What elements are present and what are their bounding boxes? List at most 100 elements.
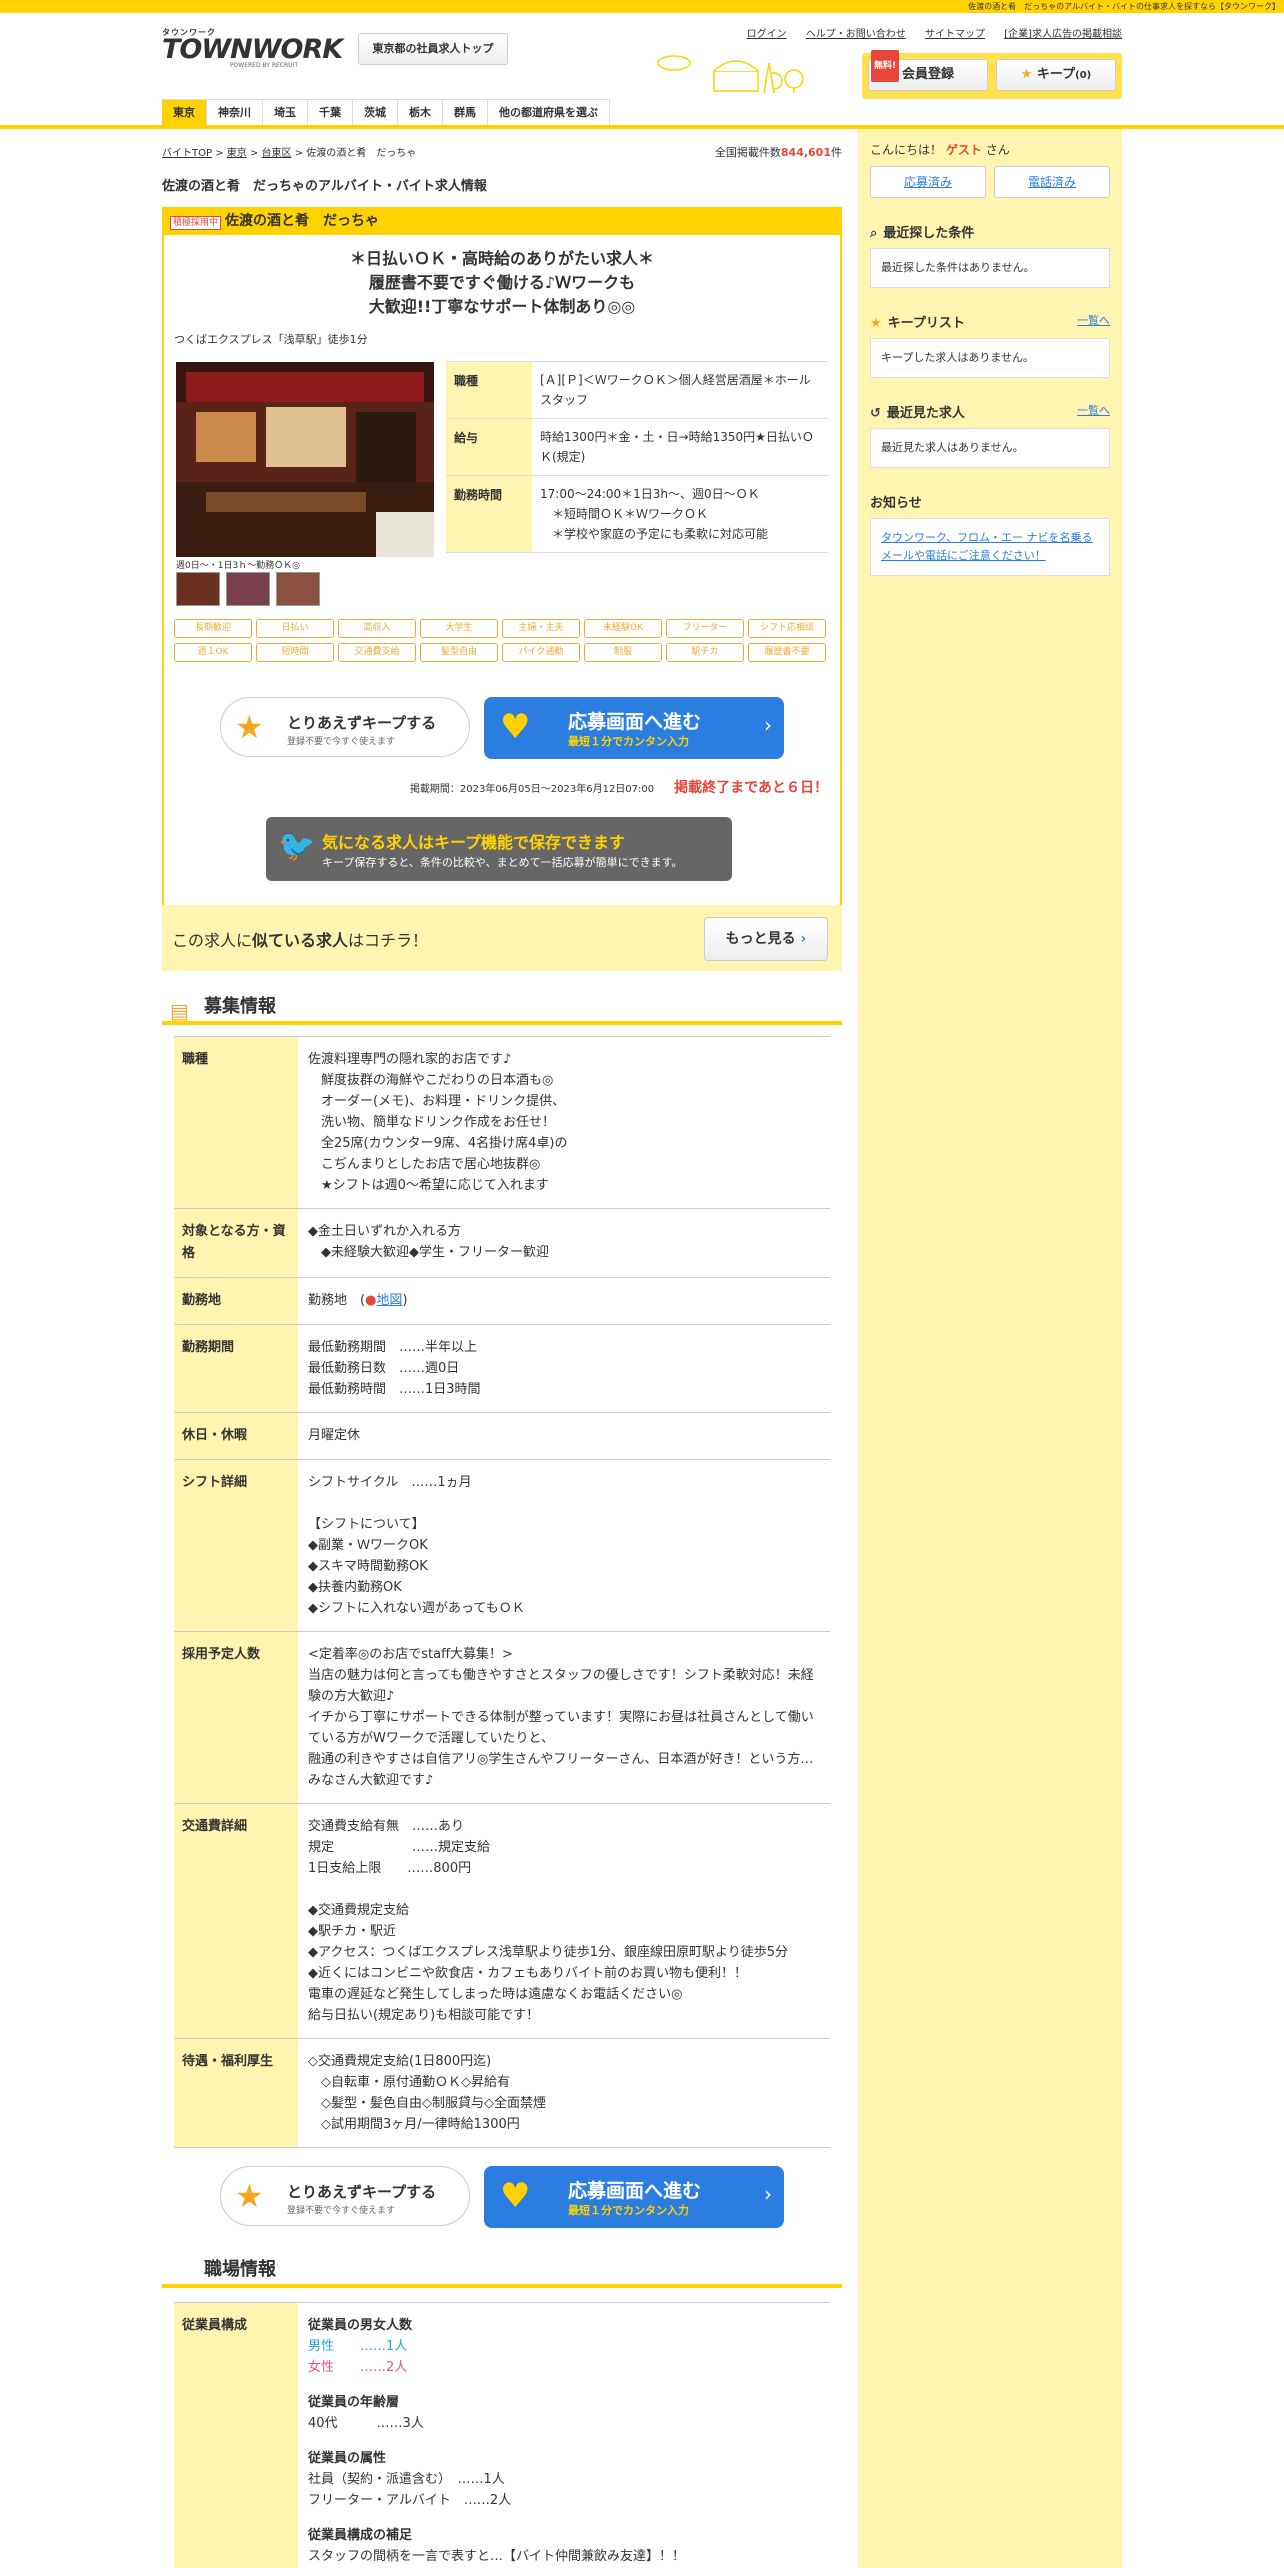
row-label: 勤務期間 [174, 1325, 298, 1412]
page-title: 佐渡の酒と肴 だっちゃのアルバイト・バイト求人情報 [162, 179, 487, 194]
feature-tag[interactable]: 駅チカ [666, 643, 744, 662]
nav-tab-ibaraki[interactable]: 茨城 [353, 99, 398, 125]
keep-button-sub: 登録不要で今すぐ使えます [287, 2206, 396, 2216]
store-photo[interactable] [176, 362, 434, 557]
notice-link[interactable]: タウンワーク、フロム・エー ナビを名乗るメールや電話にご注意ください！ [881, 531, 1093, 562]
feature-tag[interactable]: バイク通勤 [502, 643, 580, 662]
posting-period: 掲載期間：2023年06月05日～2023年6月12日07:00 掲載終了まであと… [162, 777, 828, 797]
applied-button[interactable]: 応募済み [870, 166, 986, 198]
row-label: 休日・休暇 [174, 1413, 298, 1459]
feature-tag[interactable]: 交通費支給 [338, 643, 416, 662]
feature-tag[interactable]: 制服 [584, 643, 662, 662]
notice-title: お知らせ [870, 496, 922, 511]
feature-tag[interactable]: 履歴書不要 [748, 643, 826, 662]
nav-tab-kanagawa[interactable]: 神奈川 [207, 99, 263, 125]
remaining-days: 掲載終了まであと６日！ [674, 780, 828, 796]
townwork-logo[interactable]: タウンワーク TOWNWORK POWERED BY RECRUIT [162, 27, 343, 69]
keep-info-sub: キープ保存すると、条件の比較や、まとめて一括応募が簡単にできます。 [322, 856, 683, 869]
recruit-section-title: ▤ 募集情報 [162, 989, 842, 1025]
recruit-row: 休日・休暇 月曜定休 [174, 1412, 830, 1460]
nav-tab-tokyo[interactable]: 東京 [162, 99, 207, 125]
age-title: 従業員の年齢層 [308, 2395, 400, 2410]
spec-label: 勤務時間 [446, 476, 532, 552]
site-header: タウンワーク TOWNWORK POWERED BY RECRUIT 東京都の社… [162, 13, 1122, 99]
bird-mascot-icon: ♥ [500, 707, 531, 747]
job-company-name: 佐渡の酒と肴 だっちゃ [225, 213, 380, 229]
feature-tag[interactable]: 長期歓迎 [174, 619, 252, 638]
nav-tab-other[interactable]: 他の都道府県を選ぶ [488, 99, 610, 125]
corporate-link[interactable]: [企業]求人広告の掲載相談 [1004, 29, 1122, 40]
spec-value: 時給1300円＊金・土・日→時給1350円★日払いＯＫ(規定) [540, 430, 814, 464]
workplace-title-text: 職場情報 [204, 2259, 276, 2280]
breadcrumb-taito[interactable]: 台東区 [262, 148, 292, 159]
apply-button-sub: 最短１分でカンタン入力 [568, 2204, 689, 2217]
login-link[interactable]: ログイン [747, 29, 787, 40]
recruit-table: 職種 佐渡料理専門の隠れ家的お店です♪ 鮮度抜群の海鮮やこだわりの日本酒も◎ オー… [162, 1036, 842, 2568]
thumbnail[interactable] [276, 572, 320, 606]
total-count-label: 全国掲載件数 [714, 146, 781, 159]
keep-header-button[interactable]: ★ キープ(0) [996, 59, 1116, 91]
row-label: シフト詳細 [174, 1460, 298, 1631]
search-icon: ⌕ [870, 226, 878, 241]
see-more-button[interactable]: もっと見る › [704, 917, 828, 961]
recent-view-link[interactable]: 一覧へ [1077, 402, 1110, 418]
action-buttons-bottom: ★ とりあえずキープする 登録不要で今すぐ使えます ♥ 応募画面へ進む 最短１分… [174, 2166, 830, 2246]
nav-tab-gunma[interactable]: 群馬 [443, 99, 488, 125]
keep-button[interactable]: ★ とりあえずキープする 登録不要で今すぐ使えます [220, 2166, 470, 2226]
spec-value: [Ａ][Ｐ]＜ＷワークＯＫ＞個人経営居酒屋＊ホールスタッフ [540, 373, 811, 407]
nav-tab-chiba[interactable]: 千葉 [308, 99, 353, 125]
member-register-button[interactable]: 無料! 会員登録 [868, 50, 988, 91]
guest-name: ゲスト [945, 143, 982, 157]
notice-box: タウンワーク、フロム・エー ナビを名乗るメールや電話にご注意ください！ [870, 518, 1110, 576]
feature-tag[interactable]: 未経験OK [584, 619, 662, 638]
keep-list-heading: ★ キープリスト 一覧へ [870, 312, 1110, 332]
bird-mascot-icon: ♥ [500, 2176, 531, 2216]
map-link[interactable]: 地図 [376, 1293, 402, 1308]
recent-view-title: 最近見た求人 [886, 406, 965, 421]
help-link[interactable]: ヘルプ・お問い合わせ [806, 29, 906, 40]
star-icon: ★ [870, 316, 882, 331]
star-icon: ★ [1020, 67, 1033, 82]
chevron-right-icon: › [764, 713, 772, 737]
chevron-right-icon: › [764, 2182, 772, 2206]
recent-search-heading: ⌕ 最近探した条件 [870, 222, 1110, 242]
feature-tag[interactable]: 週１OK [174, 643, 252, 662]
breadcrumb-tokyo[interactable]: 東京 [227, 148, 247, 159]
keep-button[interactable]: ★ とりあえずキープする 登録不要で今すぐ使えます [220, 697, 470, 757]
apply-button-label: 応募画面へ進む [568, 711, 702, 733]
nav-tab-tochigi[interactable]: 栃木 [398, 99, 443, 125]
action-buttons-top: ★ とりあえずキープする 登録不要で今すぐ使えます ♥ 応募画面へ進む 最短１分… [162, 697, 842, 763]
feature-tag[interactable]: 高収入 [338, 619, 416, 638]
thumbnail[interactable] [226, 572, 270, 606]
feature-tag[interactable]: 短時間 [256, 643, 334, 662]
recruit-row: 採用予定人数 <定着率◎のお店でstaff大募集！> 当店の魅力は何と言っても働き… [174, 1631, 830, 1804]
gender-title: 従業員の男女人数 [308, 2318, 413, 2333]
free-badge: 無料! [871, 50, 900, 82]
sitemap-link[interactable]: サイトマップ [925, 29, 985, 40]
similar-jobs-bar: この求人に似ている求人はコチラ！ もっと見る › [162, 905, 842, 971]
feature-tag[interactable]: 日払い [256, 619, 334, 638]
feature-tag[interactable]: 髪型自由 [420, 643, 498, 662]
similar-jobs-text: この求人に似ている求人はコチラ！ [172, 927, 428, 951]
breadcrumb-top[interactable]: バイトTOP [162, 148, 212, 159]
spec-row: 勤務時間 17:00～24:00＊1日3h～、週0日～ＯＫ ＊短時間ＯＫ＊Ｗワーク… [446, 475, 828, 553]
thumbnail[interactable] [176, 572, 220, 606]
keep-list-link[interactable]: 一覧へ [1077, 312, 1110, 328]
apply-button[interactable]: ♥ 応募画面へ進む 最短１分でカンタン入力 › [484, 697, 784, 759]
keep-button-label: とりあえずキープする [287, 714, 437, 732]
spec-row: 職種 [Ａ][Ｐ]＜ＷワークＯＫ＞個人経営居酒屋＊ホールスタッフ [446, 361, 828, 419]
recent-search-box: 最近探した条件はありません。 [870, 248, 1110, 288]
feature-tag[interactable]: 大学生 [420, 619, 498, 638]
greeting-a: こんにちは！ [870, 143, 943, 157]
keep-button-sub: 登録不要で今すぐ使えます [287, 737, 396, 747]
feature-tag[interactable]: シフト応相談 [748, 619, 826, 638]
feature-tag[interactable]: 主婦・主夫 [502, 619, 580, 638]
called-button[interactable]: 電話済み [994, 166, 1110, 198]
apply-button[interactable]: ♥ 応募画面へ進む 最短１分でカンタン入力 › [484, 2166, 784, 2228]
recent-search-title: 最近探した条件 [883, 226, 975, 241]
row-value: シフトサイクル ……1ヵ月 【シフトについて】 ◆副業・ＷワークOK ◆スキマ時… [308, 1475, 525, 1616]
nav-tab-saitama[interactable]: 埼玉 [263, 99, 308, 125]
total-count-value: 844,601 [780, 146, 831, 159]
feature-tag[interactable]: フリーター [666, 619, 744, 638]
tokyo-top-button[interactable]: 東京都の社員求人トップ [358, 33, 508, 65]
